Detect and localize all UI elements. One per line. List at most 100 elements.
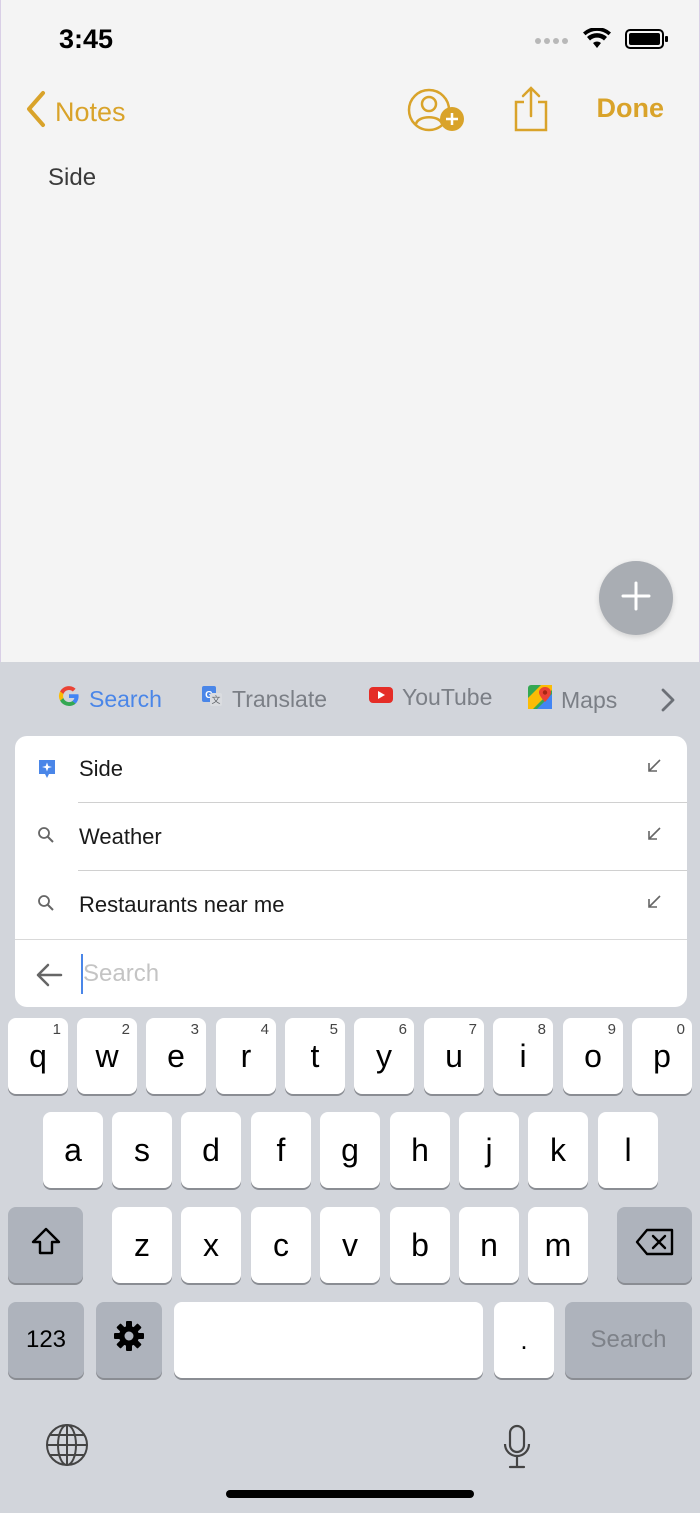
key-label: e: [167, 1037, 185, 1074]
home-indicator[interactable]: [226, 1490, 474, 1498]
key-p[interactable]: 0p: [632, 1018, 692, 1094]
back-label: Notes: [55, 97, 126, 127]
key-label: i: [519, 1037, 527, 1074]
key-number-hint: 5: [329, 1021, 338, 1038]
shortcut-youtube[interactable]: YouTube: [368, 684, 492, 711]
status-time: 3:45: [59, 24, 114, 54]
key-label: z: [134, 1226, 150, 1263]
key-o[interactable]: 9o: [563, 1018, 623, 1094]
chevron-right-icon[interactable]: [660, 687, 676, 718]
share-icon[interactable]: [513, 86, 549, 137]
backspace-icon: [635, 1227, 675, 1264]
space-key[interactable]: [174, 1302, 483, 1378]
key-j[interactable]: j: [459, 1112, 519, 1188]
key-label: c: [273, 1226, 289, 1263]
key-g[interactable]: g: [320, 1112, 380, 1188]
status-icons: [535, 27, 669, 55]
key-e[interactable]: 3e: [146, 1018, 206, 1094]
key-label: j: [485, 1131, 493, 1168]
key-label: .: [520, 1324, 528, 1355]
arrow-up-left-icon[interactable]: [646, 826, 662, 847]
shortcut-label: Maps: [561, 686, 618, 713]
key-label: a: [64, 1131, 82, 1168]
youtube-icon: [368, 684, 394, 711]
key-r[interactable]: 4r: [216, 1018, 276, 1094]
numbers-key[interactable]: 123: [8, 1302, 84, 1378]
key-c[interactable]: c: [251, 1207, 311, 1283]
key-label: 123: [25, 1326, 67, 1353]
search-icon: [37, 894, 55, 917]
key-q[interactable]: 1q: [8, 1018, 68, 1094]
key-n[interactable]: n: [459, 1207, 519, 1283]
key-b[interactable]: b: [390, 1207, 450, 1283]
shift-arrow-icon: [30, 1226, 62, 1264]
add-button[interactable]: [599, 561, 673, 635]
key-label: s: [134, 1131, 150, 1168]
google-translate-icon: G 文: [200, 684, 224, 714]
key-l[interactable]: l: [598, 1112, 658, 1188]
suggestion-row[interactable]: Restaurants near me: [15, 872, 687, 939]
key-w[interactable]: 2w: [77, 1018, 137, 1094]
key-label: f: [276, 1131, 286, 1168]
key-x[interactable]: x: [181, 1207, 241, 1283]
shortcut-translate[interactable]: G 文 Translate: [200, 684, 327, 714]
key-label: d: [202, 1131, 220, 1168]
shortcut-label: YouTube: [402, 684, 493, 710]
note-body-text[interactable]: Side: [48, 164, 96, 192]
suggestion-label: Side: [79, 756, 124, 781]
key-m[interactable]: m: [528, 1207, 588, 1283]
key-label: b: [411, 1226, 429, 1263]
key-label: u: [445, 1037, 463, 1074]
gboard-keyboard: Search G 文 Translate YouTube Maps Side W…: [0, 662, 700, 1513]
back-to-notes-button[interactable]: Notes: [25, 90, 126, 135]
gear-icon: [112, 1319, 146, 1361]
search-icon: [37, 826, 55, 849]
key-v[interactable]: v: [320, 1207, 380, 1283]
key-number-hint: 3: [190, 1021, 199, 1038]
key-label: w: [95, 1037, 119, 1074]
key-i[interactable]: 8i: [493, 1018, 553, 1094]
search-input[interactable]: [81, 954, 661, 994]
signal-icon: [535, 33, 569, 51]
arrow-up-left-icon[interactable]: [646, 894, 662, 915]
key-number-hint: 4: [260, 1021, 269, 1038]
key-number-hint: 9: [607, 1021, 616, 1038]
clipboard-sparkle-icon: [37, 758, 57, 785]
key-d[interactable]: d: [181, 1112, 241, 1188]
notes-view: 3:45 Notes Done Side: [0, 0, 700, 662]
key-label: m: [544, 1226, 572, 1263]
shortcut-maps[interactable]: Maps: [527, 684, 617, 716]
suggestion-row[interactable]: Weather: [15, 804, 687, 871]
search-key[interactable]: Search: [565, 1302, 692, 1378]
key-label: l: [624, 1131, 632, 1168]
key-f[interactable]: f: [251, 1112, 311, 1188]
suggestion-row[interactable]: Side: [15, 736, 687, 803]
arrow-left-icon[interactable]: [35, 962, 63, 993]
key-y[interactable]: 6y: [354, 1018, 414, 1094]
arrow-up-left-icon[interactable]: [646, 758, 662, 779]
key-t[interactable]: 5t: [285, 1018, 345, 1094]
add-people-icon[interactable]: [407, 88, 467, 139]
microphone-icon[interactable]: [502, 1424, 532, 1475]
key-k[interactable]: k: [528, 1112, 588, 1188]
key-s[interactable]: s: [112, 1112, 172, 1188]
backspace-key[interactable]: [617, 1207, 692, 1283]
globe-icon[interactable]: [44, 1422, 90, 1473]
key-a[interactable]: a: [43, 1112, 103, 1188]
key-label: k: [550, 1131, 566, 1168]
shift-key[interactable]: [8, 1207, 83, 1283]
divider: [78, 802, 687, 803]
settings-key[interactable]: [96, 1302, 162, 1378]
key-number-hint: 0: [676, 1021, 685, 1038]
key-label: r: [240, 1037, 252, 1074]
period-key[interactable]: .: [494, 1302, 554, 1378]
shortcut-search[interactable]: Search: [57, 684, 162, 714]
key-h[interactable]: h: [390, 1112, 450, 1188]
key-u[interactable]: 7u: [424, 1018, 484, 1094]
shortcut-label: Search: [89, 685, 162, 712]
done-button[interactable]: Done: [597, 93, 665, 124]
key-z[interactable]: z: [112, 1207, 172, 1283]
key-label: p: [653, 1037, 671, 1074]
search-suggestions-panel: Side Weather Restaurants near me: [15, 736, 687, 1007]
key-label: y: [376, 1037, 392, 1074]
